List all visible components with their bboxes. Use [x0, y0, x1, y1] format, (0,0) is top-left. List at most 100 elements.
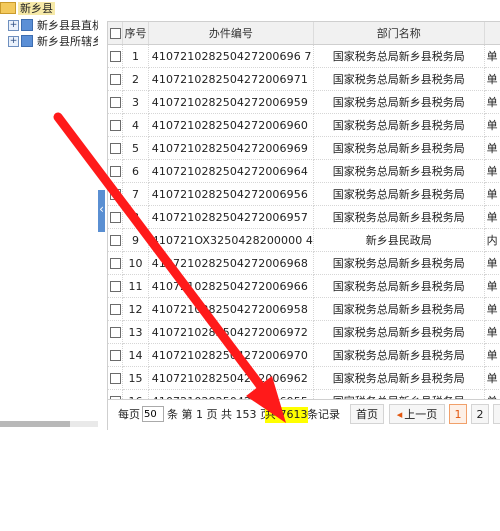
tree-root-node[interactable]: 新乡县	[0, 1, 55, 17]
tree-item-county-direct[interactable]: + 新乡县县直机构	[8, 18, 98, 34]
row-more: 单	[484, 205, 500, 229]
row-checkbox[interactable]	[109, 74, 121, 85]
row-dept: 国家税务总局新乡县税务局	[313, 274, 485, 298]
table-row[interactable]: 7 4107210282504272006956 国家税务总局新乡县税务局单	[108, 182, 500, 206]
prev-page-button[interactable]: ◂ 上一页	[389, 404, 445, 424]
table-row[interactable]: 12 4107210282504272006958 国家税务总局新乡县税务局单	[108, 297, 500, 321]
scrollbar-thumb[interactable]	[0, 421, 70, 427]
row-seq: 9	[122, 228, 149, 252]
row-checkbox[interactable]	[109, 97, 121, 108]
row-more: 单	[484, 251, 500, 275]
table-row[interactable]: 5 4107210282504272006969 国家税务总局新乡县税务局单	[108, 136, 500, 160]
row-checkbox[interactable]	[109, 51, 121, 62]
row-checkbox-cell[interactable]	[108, 136, 124, 160]
page-button-2[interactable]: 2	[471, 404, 489, 424]
row-checkbox-cell[interactable]	[108, 343, 124, 367]
row-checkbox[interactable]	[109, 373, 121, 384]
row-seq: 1	[122, 44, 149, 68]
row-seq: 7	[122, 182, 149, 206]
row-checkbox-cell[interactable]	[108, 182, 124, 206]
row-code: 4107210282504272006958	[148, 297, 315, 321]
row-checkbox[interactable]	[109, 212, 121, 223]
row-checkbox-cell[interactable]	[108, 205, 124, 229]
row-seq: 8	[122, 205, 149, 229]
per-page-input[interactable]	[142, 406, 164, 422]
first-page-button[interactable]: 首页	[350, 404, 384, 424]
row-code: 4107210282504272006972	[148, 320, 315, 344]
row-dept: 国家税务总局新乡县税务局	[313, 320, 485, 344]
row-checkbox-cell[interactable]	[108, 251, 124, 275]
select-all-cell[interactable]	[108, 22, 124, 45]
row-checkbox[interactable]	[109, 143, 121, 154]
row-dept: 国家税务总局新乡县税务局	[313, 44, 485, 68]
row-code: 410721OX3250428200000 4	[148, 228, 315, 252]
tree-item-county-towns[interactable]: + 新乡县所辖乡	[8, 34, 98, 50]
row-code: 4107210282504272006962	[148, 366, 315, 390]
row-checkbox-cell[interactable]	[108, 228, 124, 252]
header-dept[interactable]: 部门名称	[313, 22, 485, 45]
tree-item-label: 新乡县县直机构	[37, 19, 98, 32]
row-code: 410721028250427200696 7	[148, 44, 315, 68]
row-more: 单	[484, 90, 500, 114]
expand-icon[interactable]: +	[8, 19, 19, 31]
header-seq[interactable]: 序号	[122, 22, 149, 45]
row-checkbox[interactable]	[109, 166, 121, 177]
table-row[interactable]: 13 4107210282504272006972 国家税务总局新乡县税务局单	[108, 320, 500, 344]
table-row[interactable]: 15 4107210282504272006962 国家税务总局新乡县税务局单	[108, 366, 500, 390]
page-info: 条 第 1 页 共 153 页	[167, 408, 271, 421]
row-more: 单	[484, 297, 500, 321]
table-row[interactable]: 3 4107210282504272006959 国家税务总局新乡县税务局单	[108, 90, 500, 114]
row-seq: 3	[122, 90, 149, 114]
row-dept: 新乡县民政局	[313, 228, 485, 252]
row-dept: 国家税务总局新乡县税务局	[313, 136, 485, 160]
row-checkbox-cell[interactable]	[108, 159, 124, 183]
row-checkbox[interactable]	[109, 235, 121, 246]
row-checkbox-cell[interactable]	[108, 113, 124, 137]
expand-icon[interactable]: +	[8, 35, 19, 47]
table-row[interactable]: 14 4107210282504272006970 国家税务总局新乡县税务局单	[108, 343, 500, 367]
row-code: 4107210282504272006956	[148, 182, 315, 206]
header-more[interactable]	[484, 22, 500, 45]
page-button-1[interactable]: 1	[449, 404, 467, 424]
table-row[interactable]: 4 4107210282504272006960 国家税务总局新乡县税务局单	[108, 113, 500, 137]
table-row[interactable]: 6 4107210282504272006964 国家税务总局新乡县税务局单	[108, 159, 500, 183]
row-seq: 11	[122, 274, 149, 298]
row-code: 4107210282504272006964	[148, 159, 315, 183]
table-row[interactable]: 10 4107210282504272006968 国家税务总局新乡县税务局单	[108, 251, 500, 275]
row-seq: 12	[122, 297, 149, 321]
table-header-row: 序号 办件编号 部门名称	[108, 22, 500, 45]
next-page-button[interactable]	[493, 404, 500, 424]
row-more: 单	[484, 366, 500, 390]
row-checkbox-cell[interactable]	[108, 320, 124, 344]
prev-page-label: 上一页	[404, 408, 438, 421]
row-checkbox[interactable]	[109, 304, 121, 315]
table-row[interactable]: 8 4107210282504272006957 国家税务总局新乡县税务局单	[108, 205, 500, 229]
row-checkbox[interactable]	[109, 120, 121, 131]
row-code: 4107210282504272006970	[148, 343, 315, 367]
table-row[interactable]: 11 4107210282504272006966 国家税务总局新乡县税务局单	[108, 274, 500, 298]
pagination-bar: 每页 条 第 1 页 共 153 页 共 7613 条记录 首页 ◂上一页 1 …	[108, 399, 500, 430]
row-checkbox-cell[interactable]	[108, 90, 124, 114]
row-seq: 15	[122, 366, 149, 390]
total-suffix: 条记录	[307, 408, 340, 421]
collapse-panel-button[interactable]	[98, 190, 105, 232]
row-checkbox[interactable]	[109, 327, 121, 338]
row-checkbox[interactable]	[109, 258, 121, 269]
row-checkbox-cell[interactable]	[108, 297, 124, 321]
table-row[interactable]: 1 410721028250427200696 7 国家税务总局新乡县税务局单	[108, 44, 500, 68]
row-more: 单	[484, 159, 500, 183]
row-checkbox-cell[interactable]	[108, 44, 124, 68]
row-checkbox-cell[interactable]	[108, 274, 124, 298]
row-seq: 10	[122, 251, 149, 275]
row-checkbox[interactable]	[109, 281, 121, 292]
select-all-checkbox[interactable]	[109, 28, 121, 39]
table-row[interactable]: 2 4107210282504272006971 国家税务总局新乡县税务局单	[108, 67, 500, 91]
row-checkbox[interactable]	[109, 189, 121, 200]
row-checkbox-cell[interactable]	[108, 67, 124, 91]
header-code[interactable]: 办件编号	[148, 22, 315, 45]
table-row[interactable]: 9 410721OX3250428200000 4 新乡县民政局内	[108, 228, 500, 252]
tree-horizontal-scrollbar[interactable]	[0, 421, 98, 427]
row-checkbox[interactable]	[109, 350, 121, 361]
row-checkbox-cell[interactable]	[108, 366, 124, 390]
folder-icon	[0, 2, 16, 14]
